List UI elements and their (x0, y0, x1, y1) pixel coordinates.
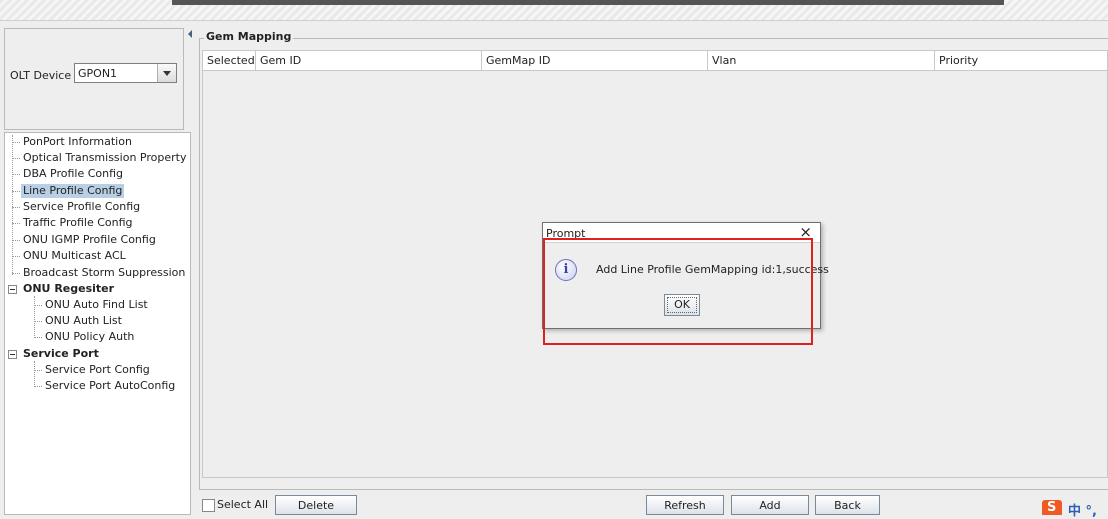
splitter-collapse-icon[interactable] (188, 27, 192, 43)
tree-connector (34, 337, 42, 338)
gem-mapping-title: Gem Mapping (204, 30, 294, 43)
tree-connector (12, 223, 20, 224)
tree-item-onu-policy-auth[interactable]: ONU Policy Auth (43, 330, 136, 344)
tree-item-service-profile-config[interactable]: Service Profile Config (21, 200, 142, 214)
tree-item-service-port-config[interactable]: Service Port Config (43, 363, 152, 377)
table-header: Selected Gem ID GemMap ID Vlan Priority (203, 51, 1107, 71)
dialog-message: Add Line Profile GemMapping id:1,success (596, 263, 829, 276)
banner-stripe (172, 0, 1004, 5)
device-dropdown[interactable]: GPON1 (74, 63, 177, 83)
tree-connector (34, 386, 42, 387)
tree-item-onu-multicast-acl[interactable]: ONU Multicast ACL (21, 249, 128, 263)
close-icon[interactable]: × (799, 224, 812, 241)
tree-group-onu-register[interactable]: ONU Regesiter (21, 282, 116, 296)
select-all-label[interactable]: Select All (217, 498, 268, 511)
tree-connector (34, 296, 35, 336)
tree-connector (12, 256, 20, 257)
tree-group-service-port[interactable]: Service Port (21, 347, 101, 361)
collapse-icon[interactable] (8, 285, 17, 294)
tree-connector (12, 174, 20, 175)
ime-logo-icon (1042, 500, 1062, 515)
add-button[interactable]: Add (731, 495, 809, 515)
device-dropdown-value: GPON1 (78, 67, 118, 80)
tree-item-onu-auth-list[interactable]: ONU Auth List (43, 314, 124, 328)
tree-item-service-port-autoconfig[interactable]: Service Port AutoConfig (43, 379, 177, 393)
collapse-icon[interactable] (8, 350, 17, 359)
info-icon: i (555, 259, 577, 281)
tree-connector (12, 158, 20, 159)
dialog-title: Prompt (546, 227, 586, 240)
ok-button[interactable]: OK (664, 294, 700, 316)
tree-item-line-profile-config[interactable]: Line Profile Config (21, 184, 125, 198)
tree-connector (34, 321, 42, 322)
select-all-checkbox[interactable] (202, 499, 215, 512)
tree-connector (12, 240, 20, 241)
tree-connector (12, 273, 20, 274)
ime-indicator[interactable]: 中 °, (1042, 500, 1108, 519)
ime-text: 中 °, (1068, 504, 1097, 519)
tree-connector (34, 305, 42, 306)
chevron-down-icon[interactable] (157, 64, 176, 82)
tree-connector (12, 191, 20, 192)
column-header-vlan[interactable]: Vlan (708, 51, 935, 70)
tree-item-onu-auto-find-list[interactable]: ONU Auto Find List (43, 298, 150, 312)
prompt-dialog: Prompt × i Add Line Profile GemMapping i… (542, 222, 829, 329)
back-button[interactable]: Back (815, 495, 880, 515)
tree-item-dba-profile-config[interactable]: DBA Profile Config (21, 167, 125, 181)
column-header-gemmap-id[interactable]: GemMap ID (482, 51, 708, 70)
tree-item-optical-transmission-property[interactable]: Optical Transmission Property (21, 151, 188, 165)
tree-connector (12, 142, 20, 143)
tree-connector (34, 370, 42, 371)
device-label: OLT Device (10, 69, 72, 82)
left-panel: OLT Device GPON1 PonPort Information Opt… (0, 22, 196, 515)
tree-connector (12, 207, 20, 208)
tree-item-onu-igmp-profile-config[interactable]: ONU IGMP Profile Config (21, 233, 158, 247)
delete-button[interactable]: Delete (275, 495, 357, 515)
navigation-tree: PonPort Information Optical Transmission… (4, 132, 191, 515)
tree-item-broadcast-storm-suppression[interactable]: Broadcast Storm Suppression (21, 266, 187, 280)
refresh-button[interactable]: Refresh (646, 495, 724, 515)
column-header-priority[interactable]: Priority (935, 51, 1108, 70)
tree-connector (12, 135, 13, 275)
tree-item-ponport-information[interactable]: PonPort Information (21, 135, 134, 149)
column-header-gem-id[interactable]: Gem ID (256, 51, 482, 70)
top-banner (0, 0, 1108, 21)
dialog-titlebar[interactable]: Prompt × (543, 223, 820, 243)
device-selector-box: OLT Device GPON1 (4, 28, 184, 130)
tree-connector (34, 361, 35, 385)
column-header-selected[interactable]: Selected (203, 51, 256, 70)
tree-item-traffic-profile-config[interactable]: Traffic Profile Config (21, 216, 135, 230)
